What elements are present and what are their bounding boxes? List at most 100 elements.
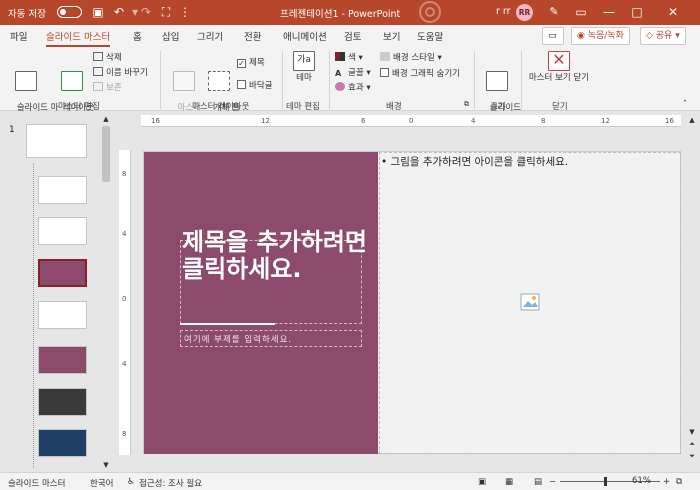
autosave-toggle[interactable] <box>57 6 82 18</box>
colors-button[interactable]: 색 ▾ <box>335 51 363 63</box>
scroll-up-icon[interactable]: ▲ <box>686 115 698 125</box>
ruler-tick: 4 <box>122 360 127 368</box>
preserve-icon <box>93 82 103 91</box>
checkbox-unchecked-icon <box>380 68 389 77</box>
fit-to-window-icon[interactable]: ⧉ <box>676 477 682 487</box>
autosave-label: 자동 저장 <box>8 9 46 20</box>
slide-scrollbar[interactable]: ▲ ▼ ⏶ ⏷ <box>686 115 698 470</box>
placeholder-icon <box>208 71 230 91</box>
thumbnail-layout[interactable] <box>38 346 87 374</box>
accessibility-icon: ♿ <box>127 477 135 487</box>
ribbon-display-icon[interactable]: ▭ <box>570 2 592 22</box>
record-button[interactable]: ◉ 녹음/녹화 <box>571 27 630 45</box>
language-label[interactable]: 한국어 <box>90 477 113 489</box>
scroll-down-icon[interactable]: ▼ <box>686 427 698 437</box>
tab-view[interactable]: 보기 <box>383 29 400 43</box>
undo-icon[interactable]: ↶ <box>111 4 127 20</box>
view-label: 슬라이드 마스터 <box>8 479 66 489</box>
ruler-tick: 0 <box>122 295 127 303</box>
avatar[interactable]: RR <box>516 4 533 21</box>
redo-icon[interactable]: ↷ <box>138 4 154 20</box>
tab-insert[interactable]: 삽입 <box>162 29 179 43</box>
slide-master-icon <box>15 71 37 91</box>
scroll-down-icon[interactable]: ▼ <box>100 460 112 470</box>
fonts-icon: A <box>335 69 342 78</box>
group-label-size: 크기 <box>490 102 506 112</box>
slide-sorter-icon[interactable]: ▦ <box>505 477 513 487</box>
thumbnail-layout[interactable] <box>38 388 87 416</box>
footer-checkbox[interactable]: 바닥글 <box>237 79 272 91</box>
delete-button[interactable]: 삭제 <box>93 51 122 63</box>
ruler-tick: 8 <box>122 430 127 438</box>
ruler-tick: 4 <box>122 230 127 238</box>
thumbnail-master[interactable] <box>26 124 87 158</box>
tab-animations[interactable]: 애니메이션 <box>283 29 327 43</box>
pen-icon[interactable]: ✎ <box>543 2 565 22</box>
hide-background-checkbox[interactable]: 배경 그래픽 숨기기 <box>380 67 460 79</box>
start-from-beginning-icon[interactable]: ⛶ <box>158 4 174 20</box>
accessibility-status[interactable]: 접근성: 조사 필요 <box>139 477 202 489</box>
scroll-thumb[interactable] <box>102 126 110 182</box>
tab-review[interactable]: 검토 <box>344 29 361 43</box>
customize-quick-access-icon[interactable]: ⋮ <box>177 4 193 20</box>
zoom-slider-knob[interactable] <box>604 477 607 486</box>
zoom-in-icon[interactable]: + <box>663 477 670 487</box>
ribbon-separator <box>329 51 330 109</box>
title-decoration-icon <box>419 1 441 23</box>
effects-button[interactable]: 효과 ▾ <box>335 81 371 93</box>
status-bar: 슬라이드 마스터 한국어 ♿ 접근성: 조사 필요 ▣ ▦ ▤ − + ⧉ <box>0 472 700 490</box>
save-icon[interactable]: ▣ <box>90 4 106 20</box>
normal-view-icon[interactable]: ▣ <box>478 477 486 487</box>
share-button[interactable]: ◇ 공유 ▾ <box>640 27 686 45</box>
next-slide-icon[interactable]: ⏷ <box>686 451 698 461</box>
previous-slide-icon[interactable]: ⏶ <box>686 439 698 449</box>
title-placeholder-text[interactable]: 제목을 추가하려면 클릭하세요. <box>182 229 372 283</box>
ribbon-separator <box>474 51 475 109</box>
tab-slide-master[interactable]: 슬라이드 마스터 <box>46 29 111 47</box>
minimize-icon[interactable]: — <box>598 2 620 22</box>
ribbon-separator <box>282 51 283 109</box>
ruler-tick: 4 <box>471 117 476 125</box>
thumbnail-layout[interactable] <box>38 301 87 329</box>
comments-icon[interactable]: ▭ <box>542 27 564 45</box>
collapse-ribbon-icon[interactable]: ˆ <box>683 100 687 110</box>
background-dialog-launcher-icon[interactable]: ⧉ <box>464 100 469 109</box>
scroll-up-icon[interactable]: ▲ <box>100 114 112 124</box>
ribbon: 슬라이드 마 스터 삽입 레이아웃 삽입 삭제 이름 바꾸기 보존 마스터 편집… <box>0 47 700 123</box>
thumbnail-layout[interactable] <box>38 176 87 204</box>
tab-transitions[interactable]: 전환 <box>244 29 261 43</box>
insert-picture-icon[interactable] <box>520 293 540 311</box>
background-styles-button[interactable]: 배경 스타일 ▾ <box>380 51 442 63</box>
slide-size-icon <box>486 71 508 91</box>
maximize-icon[interactable]: □ <box>626 2 648 22</box>
close-master-view-button[interactable]: ✕ 마스터 보기 닫기 <box>526 51 592 83</box>
vertical-ruler: 8 4 0 4 8 <box>119 150 131 455</box>
ruler-tick: 6 <box>361 117 366 125</box>
group-label-close: 닫기 <box>552 102 568 112</box>
thumbnail-scrollbar[interactable]: ▲ ▼ <box>100 112 112 472</box>
subtitle-placeholder-text[interactable]: 여기에 부제를 입력하세요. <box>184 333 292 345</box>
thumbnail-layout[interactable] <box>38 429 87 457</box>
preserve-button[interactable]: 보존 <box>93 81 122 93</box>
close-master-icon: ✕ <box>548 51 570 71</box>
fonts-button[interactable]: A 글꼴 ▾ <box>335 66 371 78</box>
close-icon[interactable]: ✕ <box>662 2 684 22</box>
master-layout-icon <box>173 71 195 91</box>
tab-draw[interactable]: 그리기 <box>197 29 223 43</box>
content-placeholder-text[interactable]: • 그림을 추가하려면 아이콘을 클릭하세요. <box>381 154 568 169</box>
zoom-percent[interactable]: 61% <box>632 476 651 486</box>
rename-button[interactable]: 이름 바꾸기 <box>93 66 148 78</box>
title-checkbox[interactable]: ✓ 제목 <box>237 56 265 68</box>
tab-help[interactable]: 도움말 <box>417 29 443 43</box>
tab-file[interactable]: 파일 <box>10 29 27 43</box>
slide-canvas[interactable]: 제목을 추가하려면 클릭하세요. 여기에 부제를 입력하세요. • 그림을 추가… <box>143 151 681 454</box>
ruler-tick: 12 <box>601 117 610 125</box>
delete-icon <box>93 52 103 61</box>
tab-home[interactable]: 홈 <box>133 29 142 43</box>
thumbnail-layout-selected[interactable] <box>38 259 87 287</box>
zoom-out-icon[interactable]: − <box>549 477 556 487</box>
slideshow-icon[interactable]: ▤ <box>534 477 542 487</box>
thumbnail-number: 1 <box>9 125 15 135</box>
thumbnail-layout[interactable] <box>38 217 87 245</box>
themes-button[interactable]: 가a 테마 <box>290 51 318 83</box>
